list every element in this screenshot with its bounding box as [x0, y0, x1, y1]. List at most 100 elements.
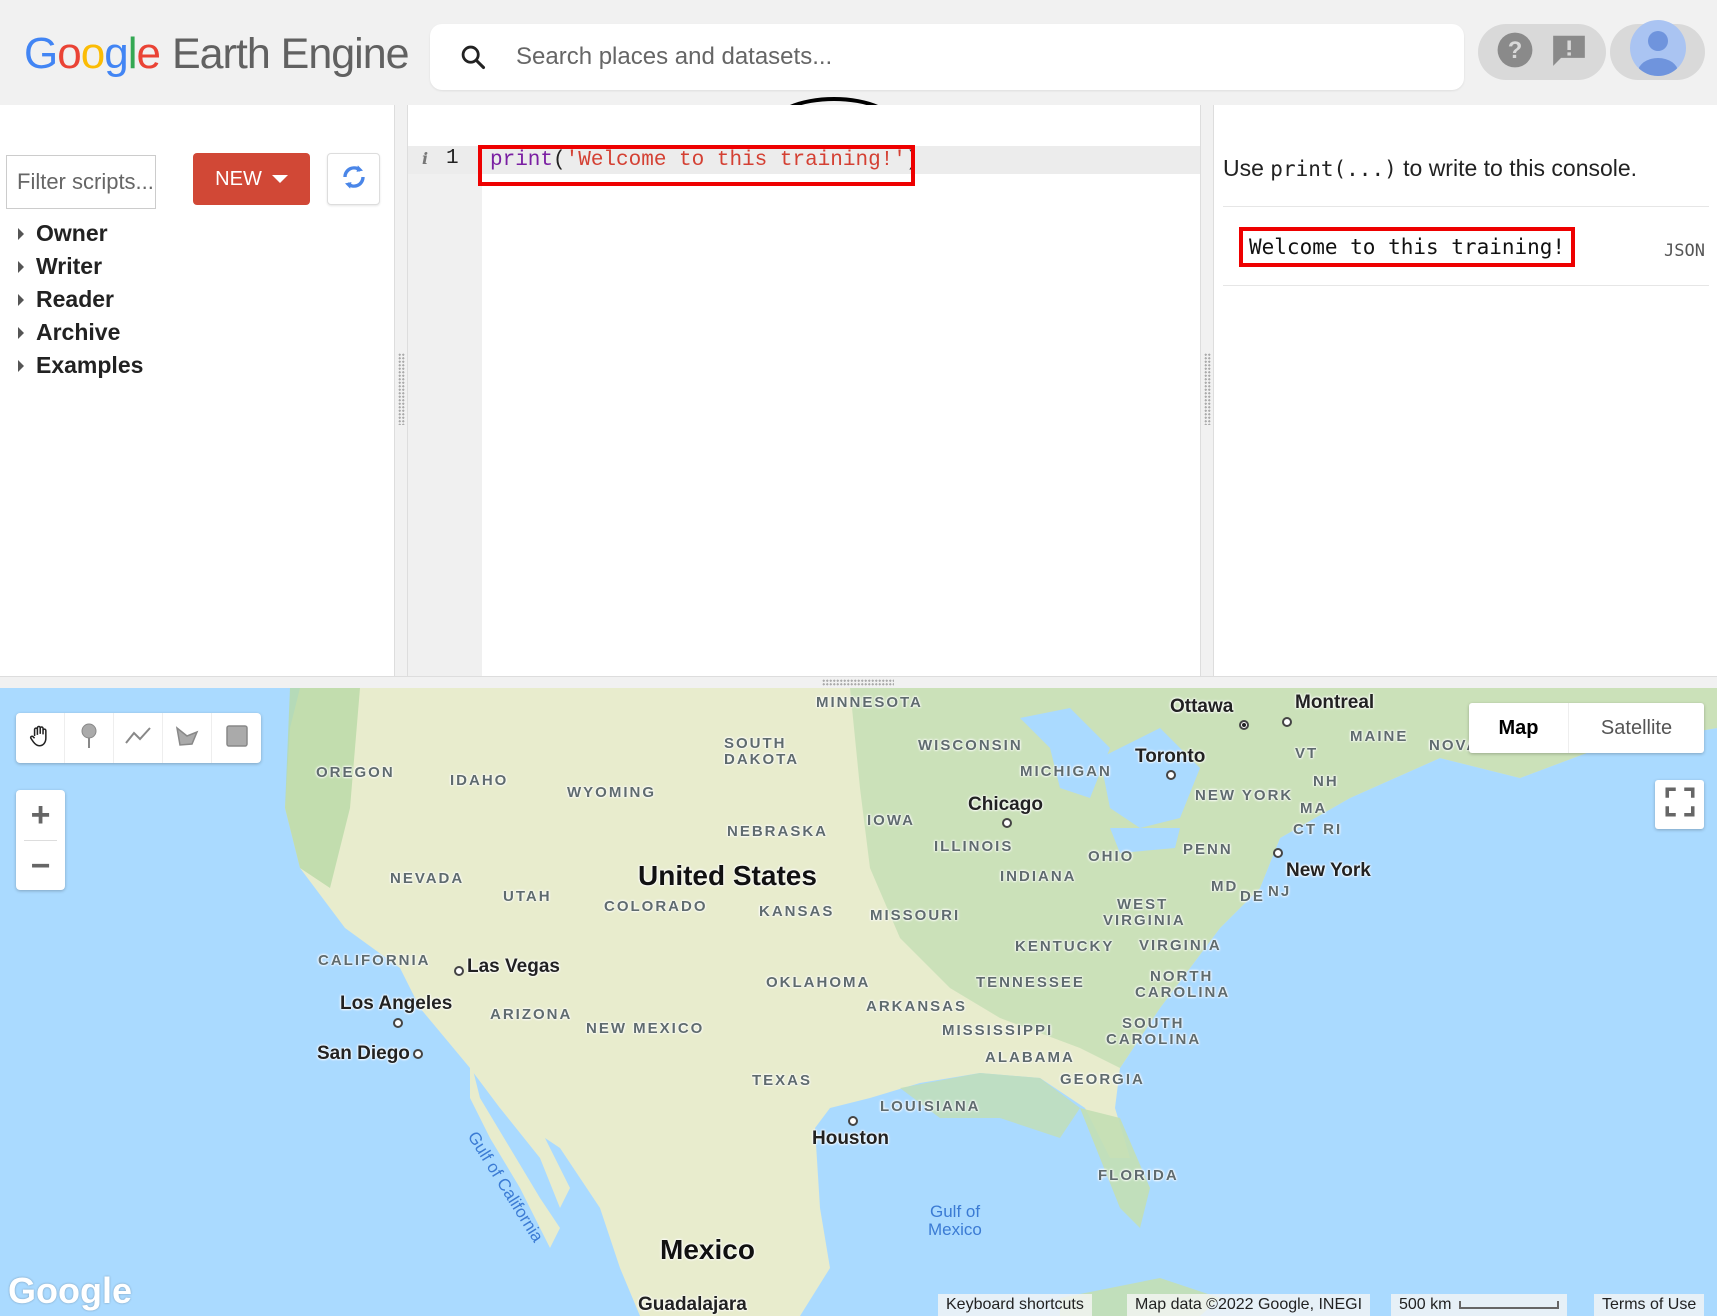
map-label-state: NEW YORK: [1195, 787, 1294, 804]
avatar-icon[interactable]: [1630, 20, 1686, 76]
json-link[interactable]: JSON: [1664, 241, 1705, 261]
script-tree: Owner Writer Reader Archive Examples: [18, 217, 143, 382]
zoom-in-button[interactable]: +: [16, 790, 65, 840]
pan-tool[interactable]: [16, 713, 65, 763]
marker-icon: [78, 722, 100, 755]
fullscreen-icon: [1663, 785, 1697, 824]
left-splitter[interactable]: [394, 105, 408, 676]
google-watermark: Google: [8, 1270, 132, 1311]
map-type-map[interactable]: Map: [1469, 703, 1569, 753]
map-label-state: DAKOTA: [724, 751, 800, 768]
map-label-state: IOWA: [867, 812, 915, 829]
scale-bar[interactable]: 500 km: [1391, 1294, 1568, 1316]
map-label-state: ARIZONA: [490, 1006, 573, 1023]
info-icon[interactable]: i: [422, 149, 428, 168]
tree-item-owner[interactable]: Owner: [18, 217, 143, 250]
keyboard-shortcuts-link[interactable]: Keyboard shortcuts: [938, 1294, 1092, 1316]
map-data-attribution[interactable]: Map data ©2022 Google, INEGI: [1127, 1294, 1371, 1316]
map-label-city: Toronto: [1135, 746, 1206, 767]
feedback-icon[interactable]: [1550, 31, 1588, 74]
splitter-grip[interactable]: [822, 679, 894, 686]
map-label-country: Mexico: [660, 1234, 755, 1265]
code-line[interactable]: print('Welcome to this training!'): [490, 149, 919, 172]
map-label-city: New York: [1286, 860, 1371, 881]
divider: [1223, 206, 1709, 207]
city-marker: [1166, 770, 1176, 780]
tree-item-archive[interactable]: Archive: [18, 316, 143, 349]
terms-of-use-link[interactable]: Terms of Use: [1594, 1294, 1705, 1316]
zoom-out-button[interactable]: −: [16, 841, 65, 891]
map-label-state: MAINE: [1350, 728, 1409, 745]
map-label-state: ILLINOIS: [934, 838, 1014, 855]
map-label-state: NJ: [1268, 883, 1292, 900]
map-label-state: OKLAHOMA: [766, 974, 871, 991]
console-output: Welcome to this training!: [1239, 227, 1576, 267]
code-editor[interactable]: i 1 print('Welcome to this training!'): [408, 105, 1200, 676]
polyline-icon: [124, 725, 152, 752]
tree-item-reader[interactable]: Reader: [18, 283, 143, 316]
map-label-state: IDAHO: [450, 772, 509, 789]
splitter-grip[interactable]: [1204, 353, 1211, 425]
map-label-state: CAROLINA: [1106, 1031, 1202, 1048]
polygon-tool[interactable]: [163, 713, 212, 763]
right-splitter[interactable]: [1200, 105, 1214, 676]
map-label-state: VT: [1295, 745, 1319, 762]
map-label-state: CALIFORNIA: [318, 952, 431, 969]
map-label-state: CT RI: [1293, 821, 1343, 838]
map-label-state: KENTUCKY: [1015, 938, 1115, 955]
header: Google Earth Engine ?: [0, 0, 1717, 105]
hint-text: to write to this console.: [1396, 155, 1638, 181]
map-label-water: Gulf of: [930, 1202, 981, 1221]
divider: [1223, 285, 1709, 286]
search-bar[interactable]: [430, 24, 1464, 90]
map-label-city: Houston: [812, 1128, 890, 1149]
map-label-state: TEXAS: [752, 1072, 813, 1089]
filter-scripts-input[interactable]: [6, 155, 156, 209]
new-button[interactable]: NEW: [193, 153, 310, 205]
rectangle-icon: [225, 724, 248, 752]
map-label-state: SOUTH: [724, 735, 787, 752]
code-string: 'Welcome to this training!': [565, 149, 906, 172]
map-label-state: OHIO: [1088, 848, 1135, 865]
map-label-city: Ottawa: [1170, 696, 1234, 717]
tree-item-label: Reader: [36, 286, 114, 312]
refresh-button[interactable]: [327, 153, 380, 205]
map-label-state: TENNESSEE: [976, 974, 1085, 991]
map-label-country: United States: [638, 860, 817, 891]
logo-letter: g: [104, 29, 129, 78]
map-label-state: ARKANSAS: [866, 998, 968, 1015]
map-splitter[interactable]: [0, 676, 1717, 688]
map[interactable]: OREGON IDAHO WYOMING SOUTH DAKOTA MINNES…: [0, 688, 1717, 1316]
map-label-state: LOUISIANA: [880, 1098, 981, 1115]
city-marker: [848, 1116, 858, 1126]
tree-item-writer[interactable]: Writer: [18, 250, 143, 283]
polygon-icon: [174, 724, 200, 753]
hint-text: Use: [1223, 155, 1271, 181]
city-marker: [413, 1049, 423, 1059]
logo[interactable]: Google Earth Engine: [24, 26, 410, 82]
map-label-state: UTAH: [503, 888, 552, 905]
map-label-state: MA: [1300, 800, 1328, 817]
map-label-state: COLORADO: [604, 898, 708, 915]
map-label-state: NORTH: [1150, 968, 1214, 985]
zoom-control: + −: [16, 790, 65, 890]
search-input[interactable]: [516, 43, 1416, 71]
search-icon: [430, 43, 516, 71]
map-label-state: SOUTH: [1122, 1015, 1185, 1032]
scale-bar-line: [1459, 1301, 1560, 1309]
map-type-satellite[interactable]: Satellite: [1569, 703, 1704, 753]
line-tool[interactable]: [114, 713, 163, 763]
map-label-state: NH: [1313, 773, 1339, 790]
rectangle-tool[interactable]: [212, 713, 261, 763]
point-tool[interactable]: [65, 713, 114, 763]
fullscreen-button[interactable]: [1655, 780, 1704, 829]
tree-item-examples[interactable]: Examples: [18, 349, 143, 382]
expand-triangle-icon: [18, 359, 24, 372]
help-icon[interactable]: ?: [1496, 31, 1534, 74]
logo-letter: G: [24, 29, 58, 78]
splitter-grip[interactable]: [398, 353, 405, 425]
tree-item-label: Archive: [36, 319, 121, 345]
map-label-state: WEST: [1117, 896, 1169, 913]
console-panel: Use print(...) to write to this console.…: [1215, 105, 1717, 676]
expand-triangle-icon: [18, 293, 24, 306]
